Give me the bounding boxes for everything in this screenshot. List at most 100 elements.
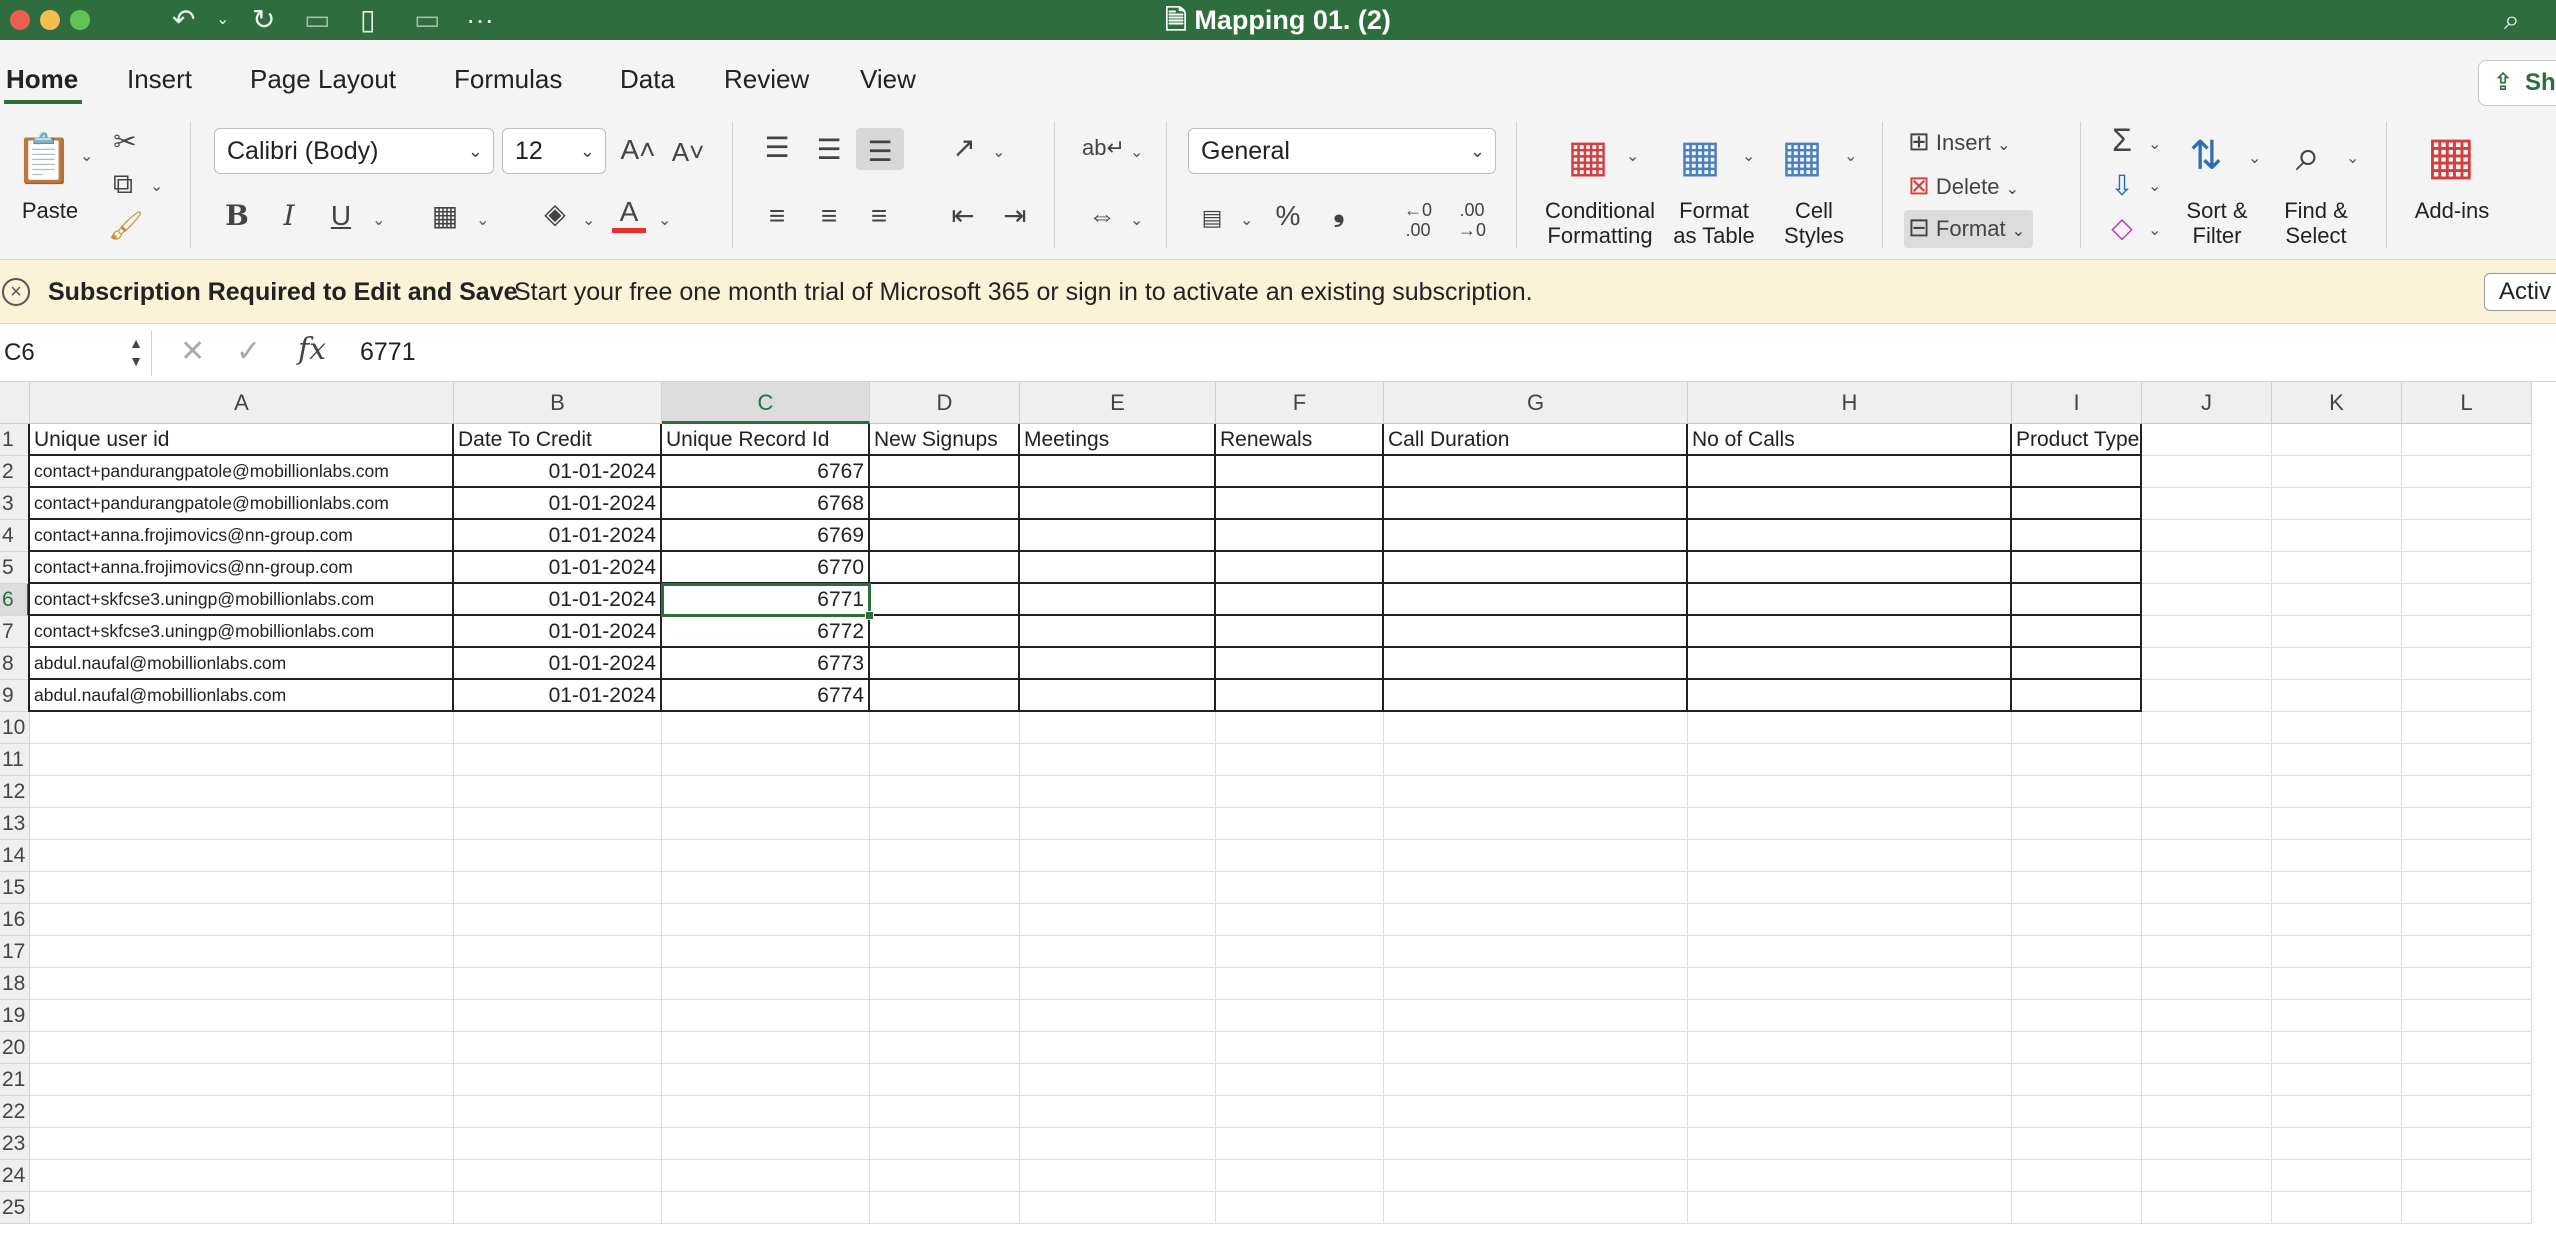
wrap-text-icon[interactable]: ab↵ [1082,132,1125,164]
cell-b16[interactable] [454,904,662,936]
name-box-stepper-icon[interactable]: ▲ ▼ [129,334,143,370]
cell-e10[interactable] [1020,712,1216,744]
cell-g7[interactable] [1384,616,1688,648]
column-header-a[interactable]: A [30,382,454,424]
cell-e20[interactable] [1020,1032,1216,1064]
dismiss-banner-icon[interactable]: × [2,278,30,306]
row-header-24[interactable]: 24 [0,1160,30,1192]
cell-k13[interactable] [2272,808,2402,840]
date-cell[interactable]: 01-01-2024 [454,584,662,616]
row-header-6[interactable]: 6 [0,584,30,616]
row-header-15[interactable]: 15 [0,872,30,904]
cell-d9[interactable] [870,680,1020,712]
cell-g11[interactable] [1384,744,1688,776]
cell-h11[interactable] [1688,744,2012,776]
cell-c22[interactable] [662,1096,870,1128]
cell-h17[interactable] [1688,936,2012,968]
cell-k10[interactable] [2272,712,2402,744]
find-select-dropdown-icon[interactable]: ⌄ [2346,148,2359,168]
font-color-dropdown-icon[interactable]: ⌄ [658,210,671,230]
date-cell[interactable]: 01-01-2024 [454,616,662,648]
cell-c24[interactable] [662,1160,870,1192]
sort-filter-dropdown-icon[interactable]: ⌄ [2248,148,2261,168]
cell-e17[interactable] [1020,936,1216,968]
row-header-1[interactable]: 1 [0,424,30,456]
row-header-7[interactable]: 7 [0,616,30,648]
confirm-entry-icon[interactable]: ✓ [236,334,261,369]
date-cell[interactable]: 01-01-2024 [454,648,662,680]
cell-f3[interactable] [1216,488,1384,520]
cell-g23[interactable] [1384,1128,1688,1160]
cell-l5[interactable] [2402,552,2532,584]
cell-i4[interactable] [2012,520,2142,552]
conditional-formatting-dropdown-icon[interactable]: ⌄ [1626,146,1639,166]
cell-l15[interactable] [2402,872,2532,904]
sort-filter-icon[interactable]: ⇅ [2174,126,2238,186]
cell-k15[interactable] [2272,872,2402,904]
share-button[interactable]: ⇪ Sh [2478,60,2556,106]
cell-h5[interactable] [1688,552,2012,584]
row-header-5[interactable]: 5 [0,552,30,584]
row-header-16[interactable]: 16 [0,904,30,936]
cell-e4[interactable] [1020,520,1216,552]
cell-g9[interactable] [1384,680,1688,712]
cell-i5[interactable] [2012,552,2142,584]
cell-d13[interactable] [870,808,1020,840]
cell-e15[interactable] [1020,872,1216,904]
cell-g14[interactable] [1384,840,1688,872]
row-header-19[interactable]: 19 [0,1000,30,1032]
cell-b21[interactable] [454,1064,662,1096]
cell-j7[interactable] [2142,616,2272,648]
cell-c25[interactable] [662,1192,870,1224]
tab-home[interactable]: Home [6,64,78,95]
cell-c18[interactable] [662,968,870,1000]
cell-g21[interactable] [1384,1064,1688,1096]
cell-i15[interactable] [2012,872,2142,904]
font-color-icon[interactable]: A [612,196,646,233]
cell-l12[interactable] [2402,776,2532,808]
cell-i11[interactable] [2012,744,2142,776]
cut-icon[interactable]: ✂ [110,126,140,158]
cell-b12[interactable] [454,776,662,808]
cell-f2[interactable] [1216,456,1384,488]
cell-c16[interactable] [662,904,870,936]
cell-k17[interactable] [2272,936,2402,968]
cell-e11[interactable] [1020,744,1216,776]
cell-j11[interactable] [2142,744,2272,776]
insert-function-icon[interactable]: fx [298,332,326,367]
cell-f24[interactable] [1216,1160,1384,1192]
cell-k3[interactable] [2272,488,2402,520]
name-box[interactable]: C6 ▲ ▼ [0,330,152,376]
cell-f17[interactable] [1216,936,1384,968]
cell-e3[interactable] [1020,488,1216,520]
cell-e7[interactable] [1020,616,1216,648]
format-as-table-icon[interactable]: ▦ [1672,132,1728,182]
cell-e22[interactable] [1020,1096,1216,1128]
cell-d25[interactable] [870,1192,1020,1224]
header-cell[interactable]: Renewals [1216,424,1384,456]
record-id-cell[interactable]: 6773 [662,648,870,680]
cell-styles-icon[interactable]: ▦ [1772,132,1832,182]
cell-d23[interactable] [870,1128,1020,1160]
cell-a15[interactable] [30,872,454,904]
accounting-dropdown-icon[interactable]: ⌄ [1240,210,1253,230]
cell-f11[interactable] [1216,744,1384,776]
delete-cells-button[interactable]: ⊠ Delete ⌄ [1908,170,2019,200]
cell-i18[interactable] [2012,968,2142,1000]
format-painter-icon[interactable]: 🖌 [108,210,144,242]
column-header-c[interactable]: C [662,382,870,424]
cell-g6[interactable] [1384,584,1688,616]
select-all-corner[interactable] [0,382,30,424]
cell-d3[interactable] [870,488,1020,520]
number-format-dropdown[interactable]: General ⌄ [1188,128,1496,174]
copy-icon[interactable]: ⧉ [108,168,138,200]
cell-i19[interactable] [2012,1000,2142,1032]
fill-handle[interactable] [865,611,874,620]
cell-h25[interactable] [1688,1192,2012,1224]
row-header-10[interactable]: 10 [0,712,30,744]
header-cell[interactable]: Call Duration [1384,424,1688,456]
cell-h14[interactable] [1688,840,2012,872]
cell-c15[interactable] [662,872,870,904]
cell-j14[interactable] [2142,840,2272,872]
header-cell[interactable]: Meetings [1020,424,1216,456]
